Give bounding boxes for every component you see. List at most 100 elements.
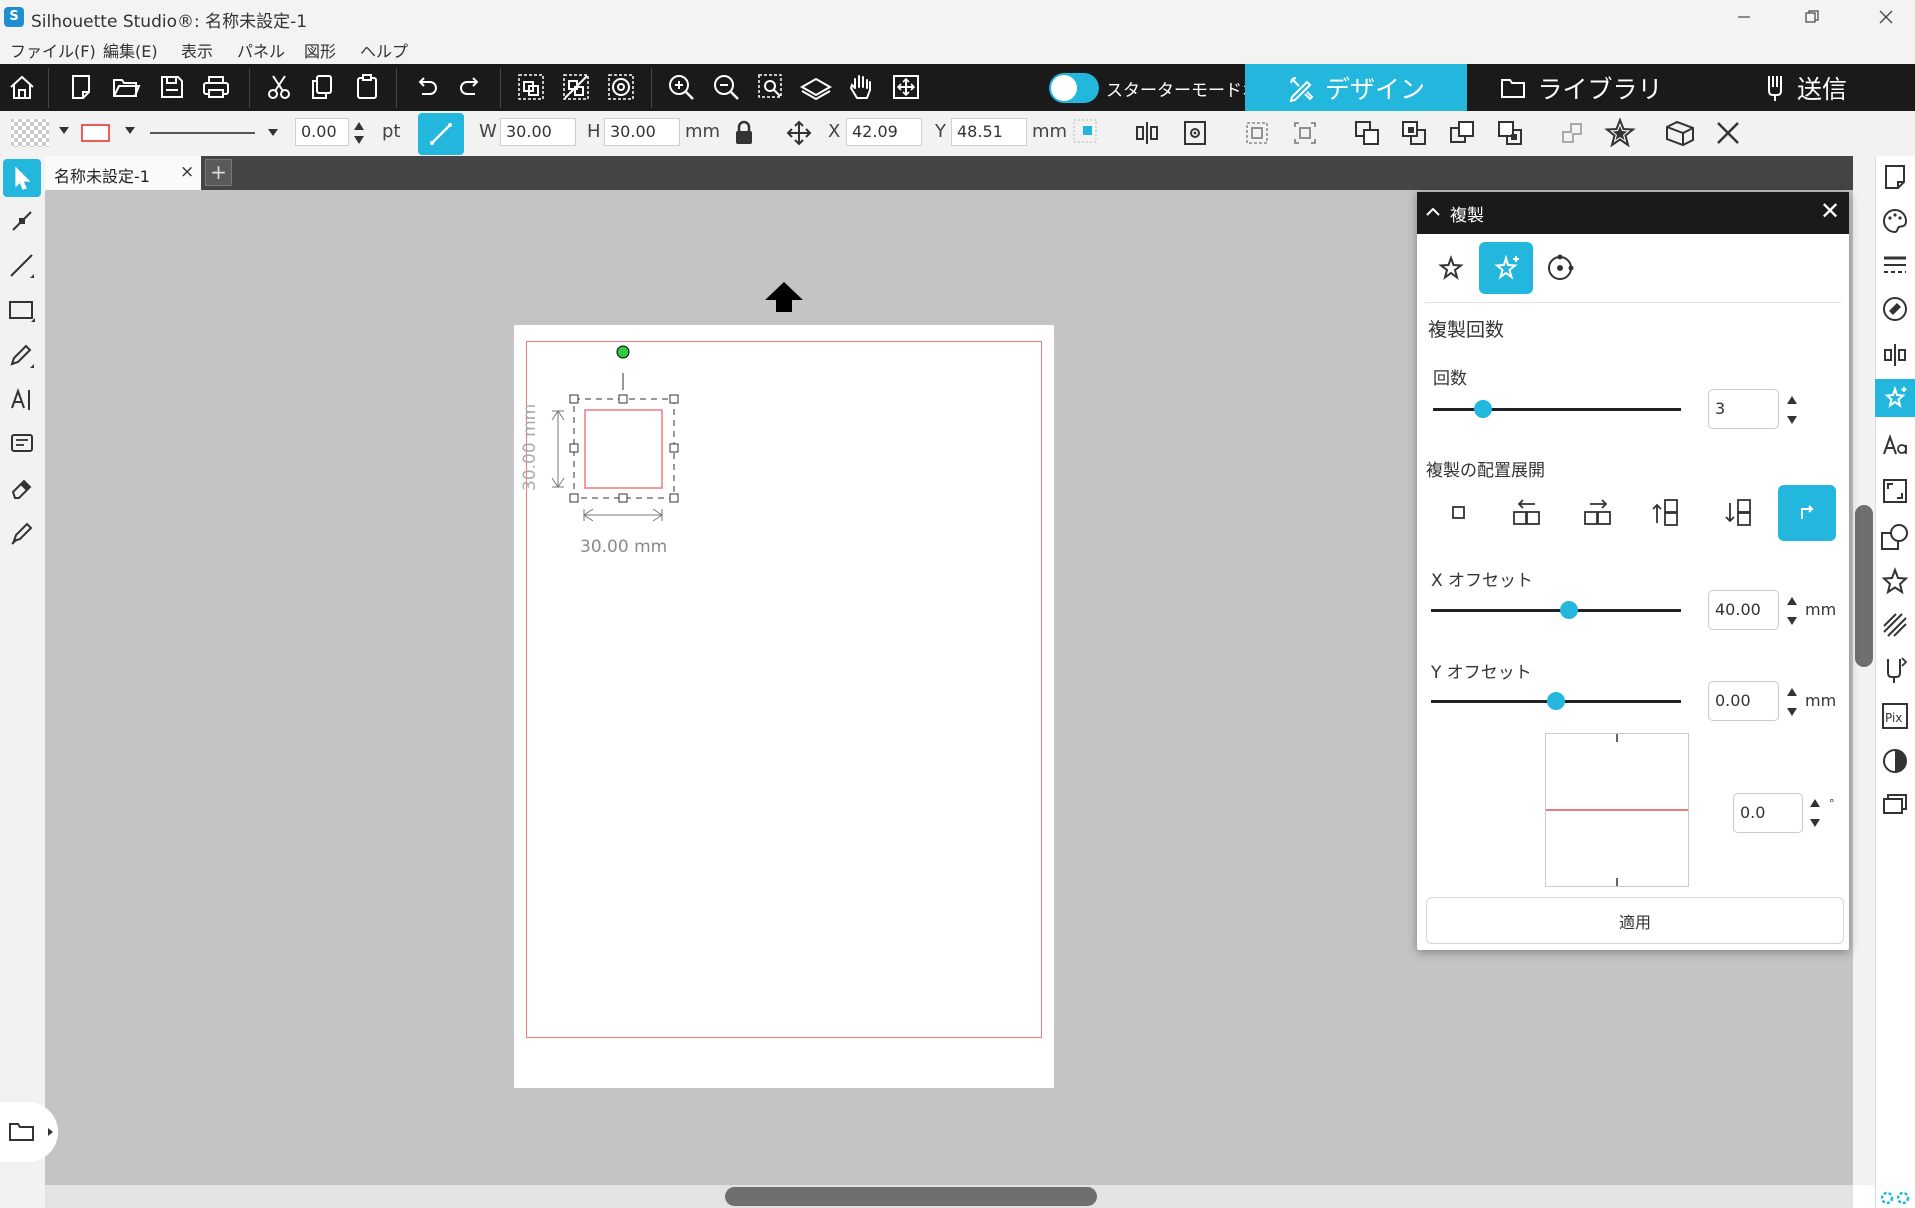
apply-button[interactable]: 適用 <box>1426 897 1844 944</box>
restore-button[interactable] <box>1783 0 1841 33</box>
angle-dial[interactable] <box>1545 733 1689 887</box>
line-width-spinner[interactable] <box>353 118 365 148</box>
offset-panel-button[interactable] <box>1877 606 1913 644</box>
weld-button[interactable] <box>1555 116 1589 150</box>
transform-panel-button[interactable] <box>1877 472 1913 510</box>
replicate-mode-basic[interactable] <box>1430 247 1472 289</box>
angle-spinner[interactable] <box>1809 795 1821 831</box>
text-style-panel-button[interactable] <box>1877 427 1913 465</box>
center-to-page-button[interactable] <box>1178 116 1212 150</box>
menu-panel[interactable]: パネル <box>237 38 285 62</box>
eraser-tool[interactable] <box>3 469 41 507</box>
image-effects-panel-button[interactable] <box>1877 742 1913 780</box>
layers-panel-button[interactable] <box>1877 786 1913 824</box>
layout-down-button[interactable] <box>1710 485 1768 541</box>
tab-library[interactable]: ライブラリ <box>1470 64 1692 111</box>
tab-design[interactable]: デザイン <box>1245 64 1467 111</box>
x-offset-slider-knob[interactable] <box>1559 601 1578 619</box>
print-button[interactable] <box>199 70 233 104</box>
send-backward-button[interactable] <box>1445 116 1479 150</box>
reference-point-button[interactable] <box>1072 118 1098 144</box>
rectangle-tool[interactable] <box>3 292 41 330</box>
zoom-out-button[interactable] <box>709 70 743 104</box>
line-color-swatch[interactable] <box>81 123 111 143</box>
line-tool[interactable] <box>3 247 41 285</box>
replicate-mode-advanced[interactable] <box>1479 242 1533 294</box>
open-button[interactable] <box>109 70 143 104</box>
move-view-button[interactable] <box>889 70 923 104</box>
ungroup-objects-button[interactable] <box>1288 116 1322 150</box>
menu-file[interactable]: ファイル(F) <box>10 38 96 62</box>
send-to-back-button[interactable] <box>1493 116 1527 150</box>
menu-edit[interactable]: 編集(E) <box>103 38 158 62</box>
menu-shape[interactable]: 図形 <box>304 38 336 62</box>
library-flyout-button[interactable] <box>0 1102 58 1162</box>
ungroup-button[interactable] <box>559 70 593 104</box>
selected-shape-group[interactable] <box>515 340 685 530</box>
layout-right-button[interactable] <box>1570 485 1628 541</box>
fit-to-page-button[interactable] <box>799 70 833 104</box>
replicate-panel-button[interactable] <box>1875 379 1915 417</box>
document-tab-close[interactable]: × <box>180 162 194 182</box>
menu-help[interactable]: ヘルプ <box>360 38 408 62</box>
delete-button[interactable] <box>1711 116 1745 150</box>
minimize-button[interactable] <box>1715 0 1773 33</box>
undo-button[interactable] <box>409 70 443 104</box>
home-button[interactable] <box>5 70 39 104</box>
line-tool-toggle[interactable] <box>418 113 464 155</box>
vertical-scroll-thumb[interactable] <box>1855 505 1873 667</box>
close-panel-button[interactable]: ✕ <box>1820 197 1840 225</box>
line-style-select[interactable] <box>150 123 280 143</box>
send-panel-button[interactable] <box>1877 651 1913 689</box>
pan-button[interactable] <box>844 70 878 104</box>
layout-left-button[interactable] <box>1499 485 1557 541</box>
redo-button[interactable] <box>454 70 488 104</box>
x-position-input[interactable]: 42.09 <box>846 118 922 146</box>
x-offset-slider-track[interactable] <box>1431 609 1681 612</box>
star-shapes-button[interactable] <box>1603 116 1637 150</box>
tab-send[interactable]: 送信 <box>1695 64 1915 111</box>
select-tool[interactable] <box>3 159 41 197</box>
group-button[interactable] <box>514 70 548 104</box>
fill-panel-button[interactable] <box>1877 202 1913 240</box>
y-offset-slider-knob[interactable] <box>1547 692 1565 710</box>
y-offset-input[interactable]: 0.00 <box>1708 681 1779 721</box>
zoom-in-button[interactable] <box>664 70 698 104</box>
x-offset-spinner[interactable] <box>1786 593 1798 629</box>
width-input[interactable]: 30.00 <box>500 118 576 146</box>
favorites-panel-button[interactable] <box>1877 562 1913 600</box>
angle-input[interactable]: 0.0 <box>1733 793 1803 833</box>
layout-single-button[interactable] <box>1430 485 1488 541</box>
line-style-panel-button[interactable] <box>1877 246 1913 284</box>
count-slider-track[interactable] <box>1433 408 1681 411</box>
new-button[interactable] <box>64 70 98 104</box>
knife-tool[interactable] <box>3 514 41 552</box>
line-color-dropdown-arrow[interactable] <box>124 124 136 136</box>
align-button[interactable] <box>1130 116 1164 150</box>
line-width-input[interactable]: 0.00 <box>295 118 349 146</box>
sketch-panel-button[interactable] <box>1877 290 1913 328</box>
align-panel-button[interactable] <box>1877 336 1913 374</box>
layout-custom-button[interactable] <box>1778 485 1836 541</box>
bring-to-front-button[interactable] <box>1350 116 1384 150</box>
vertical-scrollbar[interactable] <box>1853 156 1875 1185</box>
compound-path-button[interactable] <box>604 70 638 104</box>
count-slider-knob[interactable] <box>1473 400 1492 418</box>
layout-up-button[interactable] <box>1637 485 1695 541</box>
menu-view[interactable]: 表示 <box>181 38 213 62</box>
text-tool[interactable] <box>3 381 41 419</box>
lock-aspect-button[interactable] <box>727 116 761 150</box>
count-spinner[interactable] <box>1786 392 1798 428</box>
position-move-icon-button[interactable] <box>782 116 816 150</box>
y-position-input[interactable]: 48.51 <box>951 118 1027 146</box>
collapse-panel-button[interactable] <box>1425 204 1441 220</box>
cut-button[interactable] <box>262 70 296 104</box>
note-tool[interactable] <box>3 425 41 463</box>
replicate-mode-rotate[interactable] <box>1539 247 1581 289</box>
modify-panel-button[interactable] <box>1877 518 1913 556</box>
point-edit-tool[interactable] <box>3 202 41 240</box>
add-document-tab[interactable]: + <box>205 159 232 186</box>
save-button[interactable] <box>155 70 189 104</box>
pix-panel-button[interactable]: Pix <box>1877 697 1913 735</box>
copy-button[interactable] <box>305 70 339 104</box>
